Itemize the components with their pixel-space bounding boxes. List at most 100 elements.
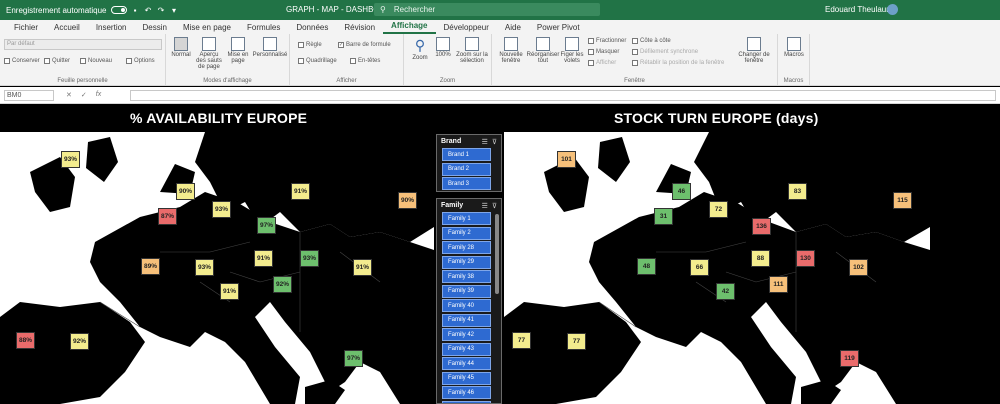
availability-badge: 97% bbox=[344, 350, 363, 367]
slicer-item[interactable]: Family 2 bbox=[442, 226, 491, 240]
exit-button[interactable]: Quitter bbox=[44, 58, 70, 64]
headings-checkbox[interactable]: En-têtes bbox=[350, 58, 380, 64]
stock-turn-title: STOCK TURN EUROPE (days) bbox=[614, 110, 819, 126]
formula-bar: BM0 ✕ ✓ fx bbox=[0, 87, 1000, 104]
tab-accueil[interactable]: Accueil bbox=[46, 23, 88, 34]
tab-formules[interactable]: Formules bbox=[239, 23, 288, 34]
group-label: Feuille personnelle bbox=[57, 78, 108, 84]
slicer-item[interactable]: Family 41 bbox=[442, 313, 491, 327]
new-window-button[interactable]: Nouvelle fenêtre bbox=[496, 37, 526, 64]
tab-insertion[interactable]: Insertion bbox=[88, 23, 135, 34]
confirm-icon[interactable]: ✓ bbox=[81, 91, 87, 99]
clear-filter-icon[interactable]: ⊽ bbox=[492, 138, 497, 146]
hide-button[interactable]: Masquer bbox=[588, 49, 619, 55]
cancel-icon[interactable]: ✕ bbox=[66, 91, 72, 99]
formula-bar-checkbox[interactable]: ✓ Barre de formule bbox=[338, 42, 391, 48]
zoom-selection-icon bbox=[465, 37, 479, 51]
slicer-item[interactable]: Family 42 bbox=[442, 328, 491, 341]
clear-filter-icon[interactable]: ⊽ bbox=[492, 202, 497, 210]
new-view-button[interactable]: Nouveau bbox=[80, 58, 112, 64]
tab-donn-es[interactable]: Données bbox=[288, 23, 336, 34]
redo-icon[interactable]: ↷ bbox=[157, 6, 166, 15]
tab-r-vision[interactable]: Révision bbox=[336, 23, 383, 34]
slicer-item[interactable]: Family 46 bbox=[442, 386, 491, 399]
arrange-all-button[interactable]: Réorganiser tout bbox=[527, 37, 559, 64]
user-name[interactable]: Edouard Theulaur bbox=[825, 5, 889, 14]
sheet-view-dropdown[interactable]: Par défaut bbox=[4, 39, 162, 50]
availability-badge: 93% bbox=[300, 250, 319, 267]
availability-badge: 91% bbox=[353, 259, 372, 276]
multi-select-icon[interactable]: ☰ bbox=[482, 138, 488, 146]
tab-d-veloppeur[interactable]: Développeur bbox=[436, 23, 497, 34]
page-layout-view-button[interactable]: Mise en page bbox=[225, 37, 251, 64]
zoom-button[interactable]: ⚲ Zoom bbox=[408, 37, 432, 61]
gridlines-checkbox[interactable]: Quadrillage bbox=[298, 58, 337, 64]
zoom-selection-button[interactable]: Zoom sur la sélection bbox=[454, 37, 490, 64]
keep-button[interactable]: Conserver bbox=[4, 58, 40, 64]
macros-button[interactable]: Macros bbox=[782, 37, 806, 58]
reset-window-button[interactable]: Rétablir la position de la fenêtre bbox=[632, 60, 724, 66]
slicer-item[interactable]: Family 28 bbox=[442, 241, 491, 254]
tab-dessin[interactable]: Dessin bbox=[135, 23, 175, 34]
slicer-item[interactable]: Family 43 bbox=[442, 342, 491, 356]
page-break-view-button[interactable]: Aperçu des sauts de page bbox=[195, 37, 223, 70]
stock-turn-badge: 77 bbox=[567, 333, 586, 350]
custom-views-button[interactable]: Personnalisé bbox=[253, 37, 287, 58]
save-icon[interactable]: ▪ bbox=[131, 6, 140, 15]
group-label: Macros bbox=[783, 78, 804, 84]
side-by-side-button[interactable]: Côte à côte bbox=[632, 38, 671, 44]
slicer-item[interactable]: Family 39 bbox=[442, 284, 491, 298]
slicer-item[interactable]: Family 45 bbox=[442, 371, 491, 385]
slicer-item[interactable]: Family 40 bbox=[442, 299, 491, 312]
autosave-toggle[interactable] bbox=[110, 6, 127, 14]
availability-badge: 93% bbox=[61, 151, 80, 168]
slicer-item[interactable]: Brand 2 bbox=[442, 162, 491, 176]
slicer-item[interactable]: Family 47 bbox=[442, 400, 491, 403]
family-slicer: Family ☰ ⊽ Family 1 Family 2 Family 28 Famil… bbox=[436, 198, 502, 404]
availability-badge: 91% bbox=[220, 283, 239, 300]
tab-fichier[interactable]: Fichier bbox=[6, 23, 46, 34]
sync-scroll-button[interactable]: Défilement synchrone bbox=[632, 49, 698, 55]
slicer-item[interactable]: Family 38 bbox=[442, 270, 491, 283]
zoom-100-button[interactable]: 100% bbox=[432, 37, 454, 58]
multi-select-icon[interactable]: ☰ bbox=[482, 202, 488, 210]
slicer-item[interactable]: Family 44 bbox=[442, 357, 491, 370]
ruler-checkbox[interactable]: Règle bbox=[298, 42, 322, 48]
availability-badge: 92% bbox=[70, 333, 89, 350]
quick-access-dropdown-icon[interactable]: ▾ bbox=[170, 6, 179, 15]
slicer-scrollbar[interactable] bbox=[495, 214, 499, 294]
stock-turn-badge: 83 bbox=[788, 183, 807, 200]
function-icon[interactable]: fx bbox=[96, 91, 101, 99]
group-show: Règle ✓ Barre de formule Quadrillage En-t… bbox=[290, 34, 404, 86]
slicer-item[interactable]: Family 29 bbox=[442, 255, 491, 269]
slicer-item[interactable]: Family 1 bbox=[442, 212, 491, 225]
tab-affichage[interactable]: Affichage bbox=[383, 21, 436, 34]
split-button[interactable]: Fractionner bbox=[588, 38, 626, 44]
undo-icon[interactable]: ↶ bbox=[144, 6, 153, 15]
search-input[interactable]: ⚲ Rechercher bbox=[374, 3, 600, 16]
new-window-icon bbox=[504, 37, 518, 51]
tab-mise-en-page[interactable]: Mise en page bbox=[175, 23, 239, 34]
group-views: Normal Aperçu des sauts de page Mise en … bbox=[166, 34, 290, 86]
dashboard: % AVAILABILITY EUROPE STOCK TURN EUROPE … bbox=[0, 105, 1000, 404]
macros-icon bbox=[787, 37, 801, 51]
group-zoom: ⚲ Zoom 100% Zoom sur la sélection Zoom bbox=[404, 34, 492, 86]
stock-turn-badge: 31 bbox=[654, 208, 673, 225]
stock-turn-badge: 72 bbox=[709, 201, 728, 218]
page-break-icon bbox=[202, 37, 216, 51]
slicer-item[interactable]: Brand 3 bbox=[442, 177, 491, 190]
switch-window-button[interactable]: Changer de fenêtre bbox=[736, 37, 772, 64]
unhide-button[interactable]: Afficher bbox=[588, 60, 616, 66]
normal-view-button[interactable]: Normal bbox=[169, 37, 193, 58]
availability-badge: 91% bbox=[291, 183, 310, 200]
stock-turn-badge: 66 bbox=[690, 259, 709, 276]
slicer-item[interactable]: Brand 1 bbox=[442, 148, 491, 161]
name-box[interactable]: BM0 bbox=[4, 90, 54, 101]
availability-badge: 92% bbox=[273, 276, 292, 293]
avatar[interactable] bbox=[887, 4, 898, 15]
formula-input[interactable] bbox=[130, 90, 996, 101]
freeze-panes-button[interactable]: Figer les volets bbox=[560, 37, 584, 64]
options-button[interactable]: Options bbox=[126, 58, 155, 64]
tab-power-pivot[interactable]: Power Pivot bbox=[529, 23, 588, 34]
tab-aide[interactable]: Aide bbox=[497, 23, 529, 34]
